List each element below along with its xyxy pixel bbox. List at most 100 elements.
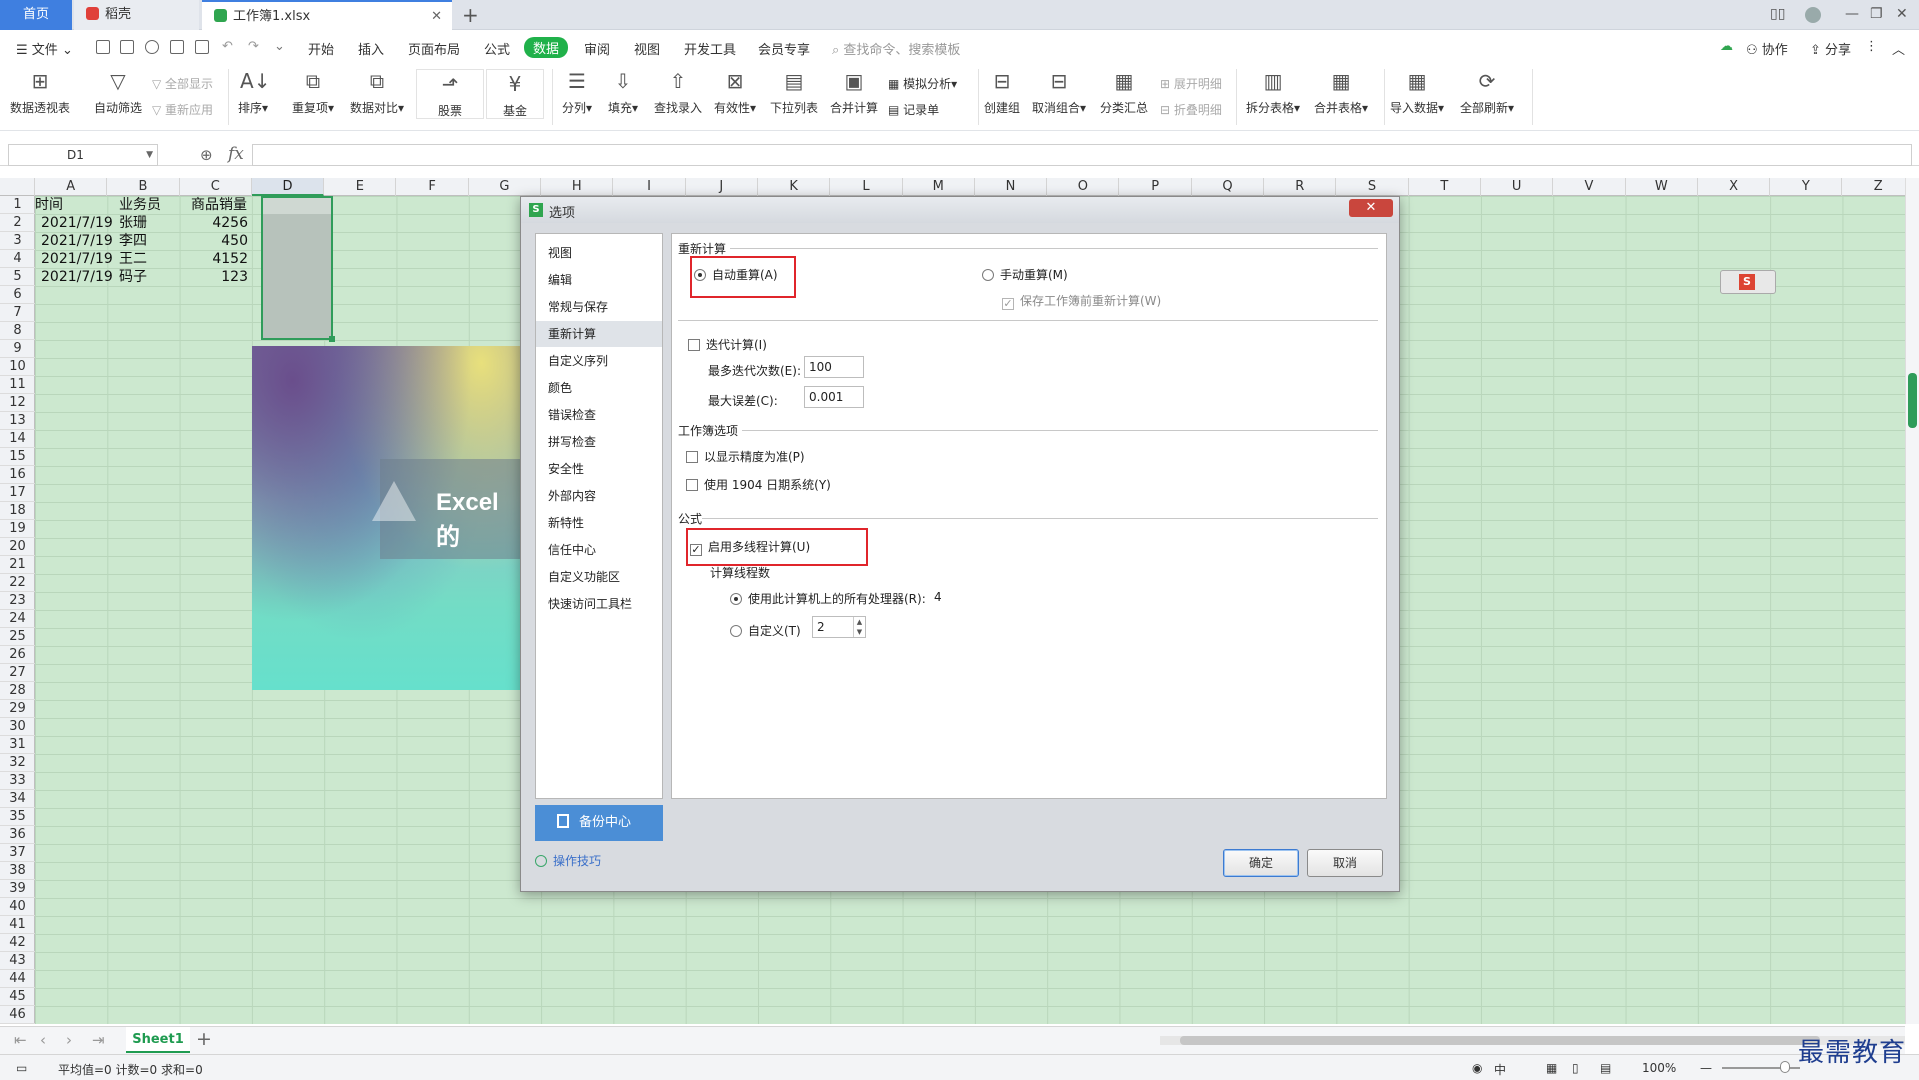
validity-button[interactable]: ⊠ 有效性▾	[714, 69, 756, 116]
iterate-checkbox[interactable]: 迭代计算(I)	[688, 336, 767, 353]
more-icon[interactable]: ⋮	[1865, 39, 1878, 54]
column-header-S[interactable]: S	[1336, 178, 1409, 196]
row-header-44[interactable]: 44	[0, 970, 35, 988]
sheet-tab-sheet1[interactable]: Sheet1	[126, 1027, 190, 1053]
horizontal-scrollbar[interactable]	[1160, 1036, 1905, 1045]
manual-recalc-radio[interactable]: 手动重算(M)	[982, 266, 1068, 283]
row-header-14[interactable]: 14	[0, 430, 35, 448]
add-sheet-button[interactable]: +	[196, 1028, 212, 1050]
save-icon[interactable]	[120, 40, 134, 54]
expand-detail-button[interactable]: ⊞ 展开明细	[1160, 75, 1222, 92]
cell-A1[interactable]: 时间	[35, 196, 63, 214]
column-header-K[interactable]: K	[758, 178, 831, 196]
column-header-J[interactable]: J	[686, 178, 758, 196]
row-header-16[interactable]: 16	[0, 466, 35, 484]
column-header-O[interactable]: O	[1047, 178, 1120, 196]
zoom-out-icon[interactable]: —	[1700, 1061, 1712, 1075]
use-all-processors-radio[interactable]: 使用此计算机上的所有处理器(R):	[730, 590, 926, 607]
data-compare-button[interactable]: ⧉ 数据对比▾	[350, 69, 404, 116]
close-tab-icon[interactable]: ✕	[431, 2, 442, 32]
row-header-8[interactable]: 8	[0, 322, 35, 340]
menu-view[interactable]: 视图	[634, 39, 660, 58]
name-box[interactable]: D1 ▼	[8, 144, 158, 166]
row-header-1[interactable]: 1	[0, 196, 35, 214]
column-header-M[interactable]: M	[903, 178, 975, 196]
nav-recalculation[interactable]: 重新计算	[536, 321, 662, 347]
row-header-2[interactable]: 2	[0, 214, 35, 232]
page-break-view-icon[interactable]: ▤	[1600, 1061, 1611, 1075]
column-header-U[interactable]: U	[1481, 178, 1554, 196]
command-search[interactable]: ⌕ 查找命令、搜索模板	[832, 39, 960, 58]
tab-home[interactable]: 首页	[0, 0, 72, 30]
cell-A3[interactable]: 2021/7/19	[41, 232, 113, 250]
row-header-27[interactable]: 27	[0, 664, 35, 682]
selected-range-D[interactable]	[261, 196, 335, 342]
row-header-19[interactable]: 19	[0, 520, 35, 538]
cell-B4[interactable]: 王二	[119, 250, 147, 268]
nav-edit[interactable]: 编辑	[536, 267, 662, 293]
ok-button[interactable]: 确定	[1223, 849, 1299, 877]
row-header-32[interactable]: 32	[0, 754, 35, 772]
cell-C2[interactable]: 4256	[180, 214, 252, 232]
new-tab-button[interactable]: +	[462, 3, 479, 27]
new-file-icon[interactable]	[96, 40, 110, 54]
cell-A5[interactable]: 2021/7/19	[41, 268, 113, 286]
custom-threads-stepper[interactable]: 2 ▲ ▼	[812, 616, 866, 638]
row-header-5[interactable]: 5	[0, 268, 35, 286]
eye-protect-icon[interactable]: ◉	[1472, 1061, 1482, 1075]
cell-B1[interactable]: 业务员	[119, 196, 161, 214]
record-form-button[interactable]: ▤ 记录单	[888, 101, 939, 118]
dialog-title-bar[interactable]: S 选项 ✕	[521, 197, 1399, 223]
row-header-7[interactable]: 7	[0, 304, 35, 322]
cell-C3[interactable]: 450	[180, 232, 252, 250]
cloud-sync-icon[interactable]: ☁	[1720, 39, 1733, 54]
menu-page-layout[interactable]: 页面布局	[408, 39, 460, 58]
row-header-13[interactable]: 13	[0, 412, 35, 430]
last-sheet-icon[interactable]: ⇥	[92, 1031, 105, 1049]
row-header-11[interactable]: 11	[0, 376, 35, 394]
column-header-B[interactable]: B	[107, 178, 180, 196]
row-header-10[interactable]: 10	[0, 358, 35, 376]
import-data-button[interactable]: ▦ 导入数据▾	[1390, 69, 1444, 116]
column-header-Y[interactable]: Y	[1770, 178, 1843, 196]
consolidate-button[interactable]: ▣ 合并计算	[830, 69, 878, 116]
row-header-35[interactable]: 35	[0, 808, 35, 826]
tips-link[interactable]: 操作技巧	[535, 852, 601, 869]
column-header-D[interactable]: D	[251, 178, 325, 196]
ungroup-button[interactable]: ⊟ 取消组合▾	[1032, 69, 1086, 116]
nav-view[interactable]: 视图	[536, 240, 662, 266]
column-header-E[interactable]: E	[324, 178, 397, 196]
column-header-H[interactable]: H	[541, 178, 614, 196]
nav-security[interactable]: 安全性	[536, 456, 662, 482]
nav-custom-lists[interactable]: 自定义序列	[536, 348, 662, 374]
row-header-42[interactable]: 42	[0, 934, 35, 952]
dropdown-list-button[interactable]: ▤ 下拉列表	[770, 69, 818, 116]
zoom-formula-icon[interactable]: ⊕	[200, 146, 213, 164]
row-header-23[interactable]: 23	[0, 592, 35, 610]
quick-access-dropdown-icon[interactable]: ⌄	[274, 39, 285, 54]
pivot-table-button[interactable]: ⊞ 数据透视表	[10, 69, 70, 116]
column-header-G[interactable]: G	[469, 178, 542, 196]
nav-error-check[interactable]: 错误检查	[536, 402, 662, 428]
cancel-button[interactable]: 取消	[1307, 849, 1383, 877]
row-header-43[interactable]: 43	[0, 952, 35, 970]
insert-function-button[interactable]: fx	[228, 144, 244, 164]
row-header-24[interactable]: 24	[0, 610, 35, 628]
nav-color[interactable]: 颜色	[536, 375, 662, 401]
next-sheet-icon[interactable]: ›	[66, 1031, 72, 1049]
collapse-detail-button[interactable]: ⊟ 折叠明细	[1160, 101, 1222, 118]
duplicates-button[interactable]: ⧉ 重复项▾	[292, 69, 334, 116]
nav-new-features[interactable]: 新特性	[536, 510, 662, 536]
column-header-T[interactable]: T	[1409, 178, 1481, 196]
tab-workbook[interactable]: 工作簿1.xlsx ✕	[202, 0, 452, 30]
max-iter-input[interactable]: 100	[804, 356, 864, 378]
zoom-slider-thumb[interactable]	[1780, 1061, 1790, 1073]
share-button[interactable]: ⇪ 分享	[1810, 39, 1851, 58]
nav-quick-access-toolbar[interactable]: 快速访问工具栏	[536, 591, 662, 617]
column-header-X[interactable]: X	[1698, 178, 1771, 196]
column-header-V[interactable]: V	[1553, 178, 1626, 196]
menu-insert[interactable]: 插入	[358, 39, 384, 58]
menu-start[interactable]: 开始	[308, 39, 334, 58]
date1904-checkbox[interactable]: 使用 1904 日期系统(Y)	[686, 476, 831, 493]
zoom-level[interactable]: 100%	[1642, 1061, 1676, 1075]
